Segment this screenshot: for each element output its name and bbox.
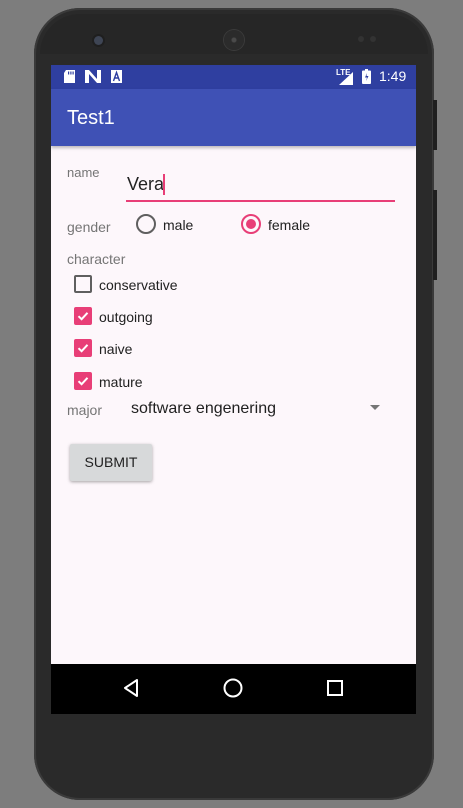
radio-male-label[interactable]: male — [163, 217, 193, 233]
battery-icon — [362, 69, 371, 87]
gender-label: gender — [67, 219, 111, 235]
checkbox-outgoing-label[interactable]: outgoing — [99, 309, 153, 325]
front-camera — [94, 36, 103, 45]
status-bar: LTE 1:49 — [51, 65, 416, 89]
submit-button[interactable]: SUBMIT — [70, 444, 152, 481]
text-caret — [163, 174, 165, 195]
app-bar: Test1 — [51, 89, 416, 146]
volume-button — [433, 190, 437, 280]
light-sensor — [370, 36, 376, 42]
checkbox-conservative[interactable] — [74, 275, 92, 293]
app-title: Test1 — [67, 107, 115, 129]
radio-female[interactable] — [241, 214, 261, 234]
form-content: name Vera gender male female character c… — [51, 146, 416, 664]
recents-icon[interactable] — [325, 677, 345, 704]
checkbox-mature-label[interactable]: mature — [99, 374, 143, 390]
proximity-sensor — [358, 36, 364, 42]
major-spinner-value[interactable]: software engenering — [131, 400, 276, 418]
signal-icon — [339, 72, 353, 88]
status-time: 1:49 — [379, 68, 407, 84]
name-label: name — [67, 165, 100, 180]
checkbox-naive[interactable] — [74, 339, 92, 357]
sd-card-icon — [64, 70, 75, 86]
check-icon — [77, 312, 89, 321]
back-icon[interactable] — [121, 677, 141, 704]
home-icon[interactable] — [222, 677, 244, 704]
earpiece-speaker — [224, 30, 244, 50]
checkbox-outgoing[interactable] — [74, 307, 92, 325]
check-icon — [77, 377, 89, 386]
character-label: character — [67, 251, 126, 267]
checkbox-conservative-label[interactable]: conservative — [99, 277, 178, 293]
device-screen: LTE 1:49 Test1 name Vera gender male fem… — [51, 65, 416, 714]
a-notification-icon — [111, 70, 122, 86]
radio-female-label[interactable]: female — [268, 217, 310, 233]
navigation-bar — [51, 664, 416, 714]
radio-male[interactable] — [136, 214, 156, 234]
checkbox-naive-label[interactable]: naive — [99, 341, 132, 357]
dropdown-arrow-icon[interactable] — [370, 405, 380, 410]
checkbox-mature[interactable] — [74, 372, 92, 390]
major-label: major — [67, 402, 103, 418]
power-button — [433, 100, 437, 150]
n-notification-icon — [85, 70, 101, 86]
name-input[interactable]: Vera — [126, 166, 395, 202]
check-icon — [77, 344, 89, 353]
name-input-value: Vera — [127, 174, 165, 194]
